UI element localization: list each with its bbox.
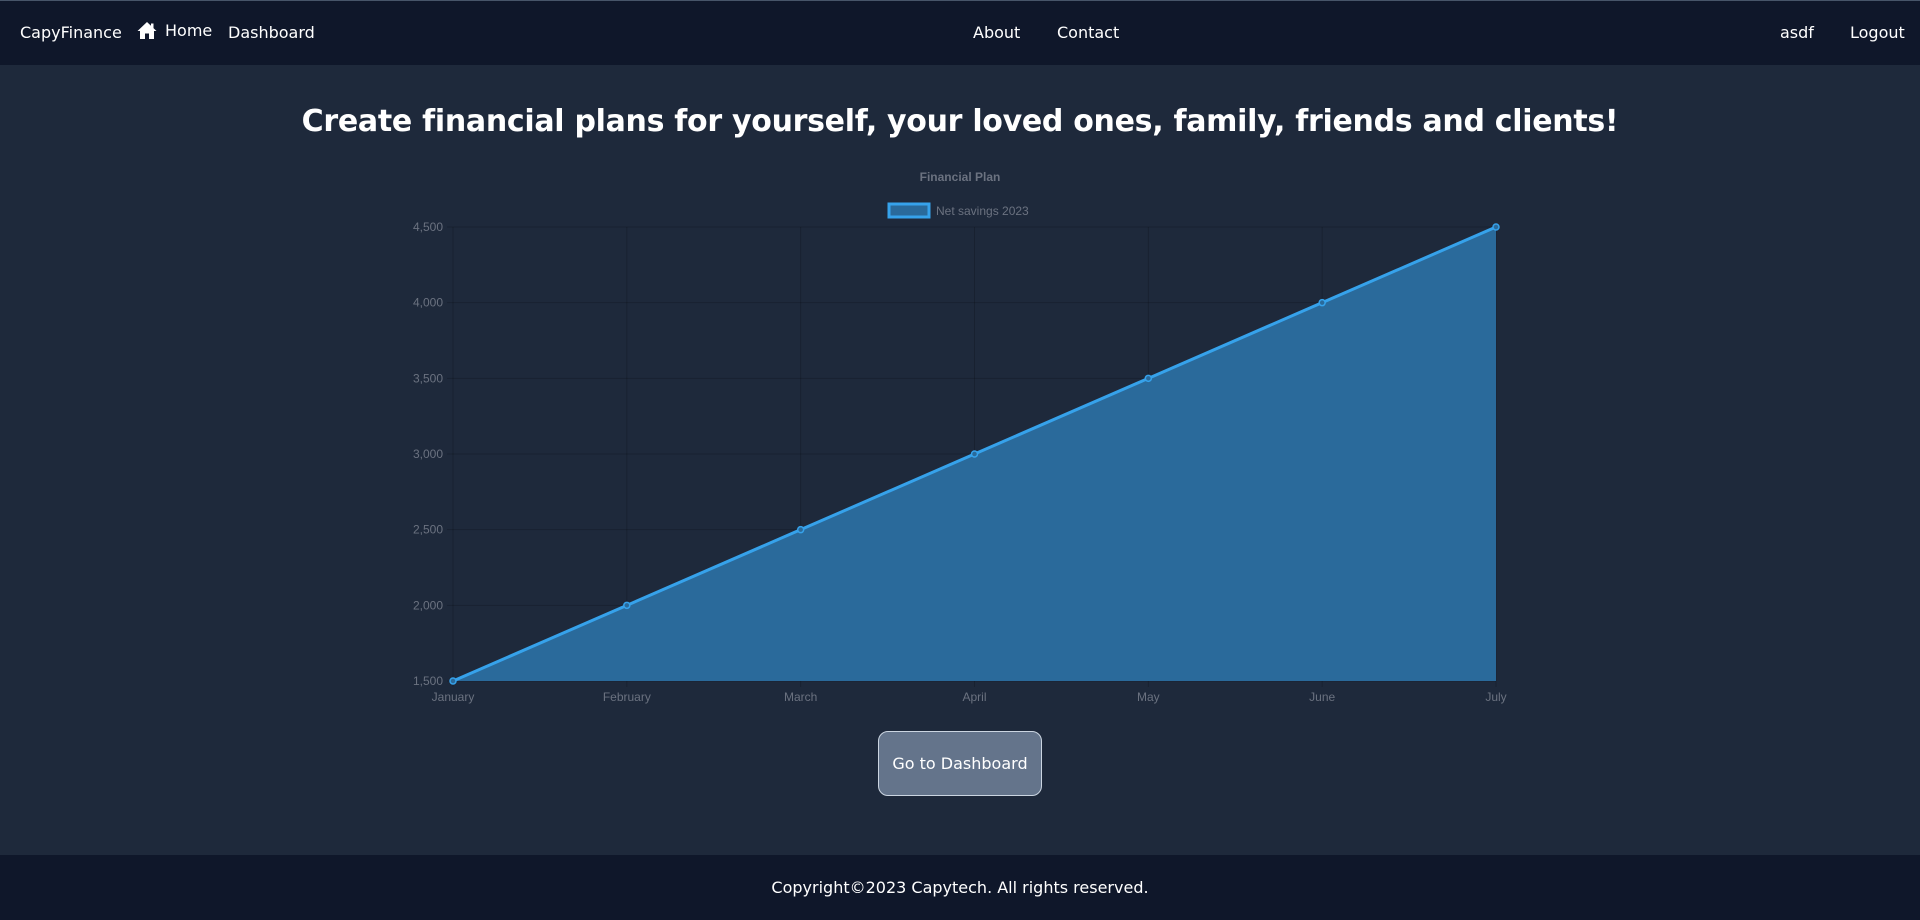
x-axis: January February March April May June July <box>432 690 1507 704</box>
home-link[interactable]: Home <box>137 21 212 41</box>
footer: Copyright©2023 Capytech. All rights rese… <box>0 855 1920 920</box>
x-tick-label: May <box>1137 690 1160 704</box>
brand-link[interactable]: CapyFinance <box>20 23 122 43</box>
y-tick-label: 2,500 <box>413 523 443 537</box>
y-tick-label: 1,500 <box>413 674 443 688</box>
x-tick-label: June <box>1309 690 1335 704</box>
data-point <box>449 677 457 685</box>
copyright-text: Copyright©2023 Capytech. All rights rese… <box>771 878 1149 897</box>
y-tick-label: 3,500 <box>413 371 443 385</box>
data-point <box>970 450 979 458</box>
home-icon <box>137 21 157 41</box>
data-point <box>796 525 805 534</box>
y-tick-label: 4,000 <box>413 296 443 310</box>
page-headline: Create financial plans for yourself, you… <box>301 104 1619 139</box>
data-point <box>1318 298 1326 307</box>
logout-link[interactable]: Logout <box>1850 23 1905 43</box>
y-tick-label: 2,000 <box>413 598 443 612</box>
x-tick-label: July <box>1485 690 1506 704</box>
x-tick-label: March <box>784 690 817 704</box>
y-tick-label: 3,000 <box>413 447 443 461</box>
x-tick-label: April <box>962 690 986 704</box>
data-point <box>623 601 631 610</box>
dashboard-link[interactable]: Dashboard <box>228 23 315 43</box>
y-tick-label: 4,500 <box>413 220 443 234</box>
data-point <box>1144 374 1153 383</box>
chart-title: Financial Plan <box>920 170 1001 184</box>
about-link[interactable]: About <box>973 23 1020 43</box>
data-point <box>1492 223 1500 231</box>
home-label: Home <box>165 21 213 40</box>
legend-swatch <box>887 202 931 219</box>
y-axis: 1,500 2,000 2,500 3,000 3,500 4,000 4,500 <box>413 220 443 688</box>
x-tick-label: February <box>603 690 651 704</box>
financial-plan-chart: Financial Plan Net savings 2023 1,500 2,0… <box>413 170 1507 704</box>
navbar: CapyFinance Home Dashboard About Contact… <box>0 0 1920 65</box>
go-to-dashboard-button[interactable]: Go to Dashboard <box>878 731 1042 796</box>
legend-label: Net savings 2023 <box>936 204 1029 218</box>
user-link[interactable]: asdf <box>1780 23 1814 43</box>
contact-link[interactable]: Contact <box>1057 23 1119 43</box>
x-tick-label: January <box>432 690 475 704</box>
